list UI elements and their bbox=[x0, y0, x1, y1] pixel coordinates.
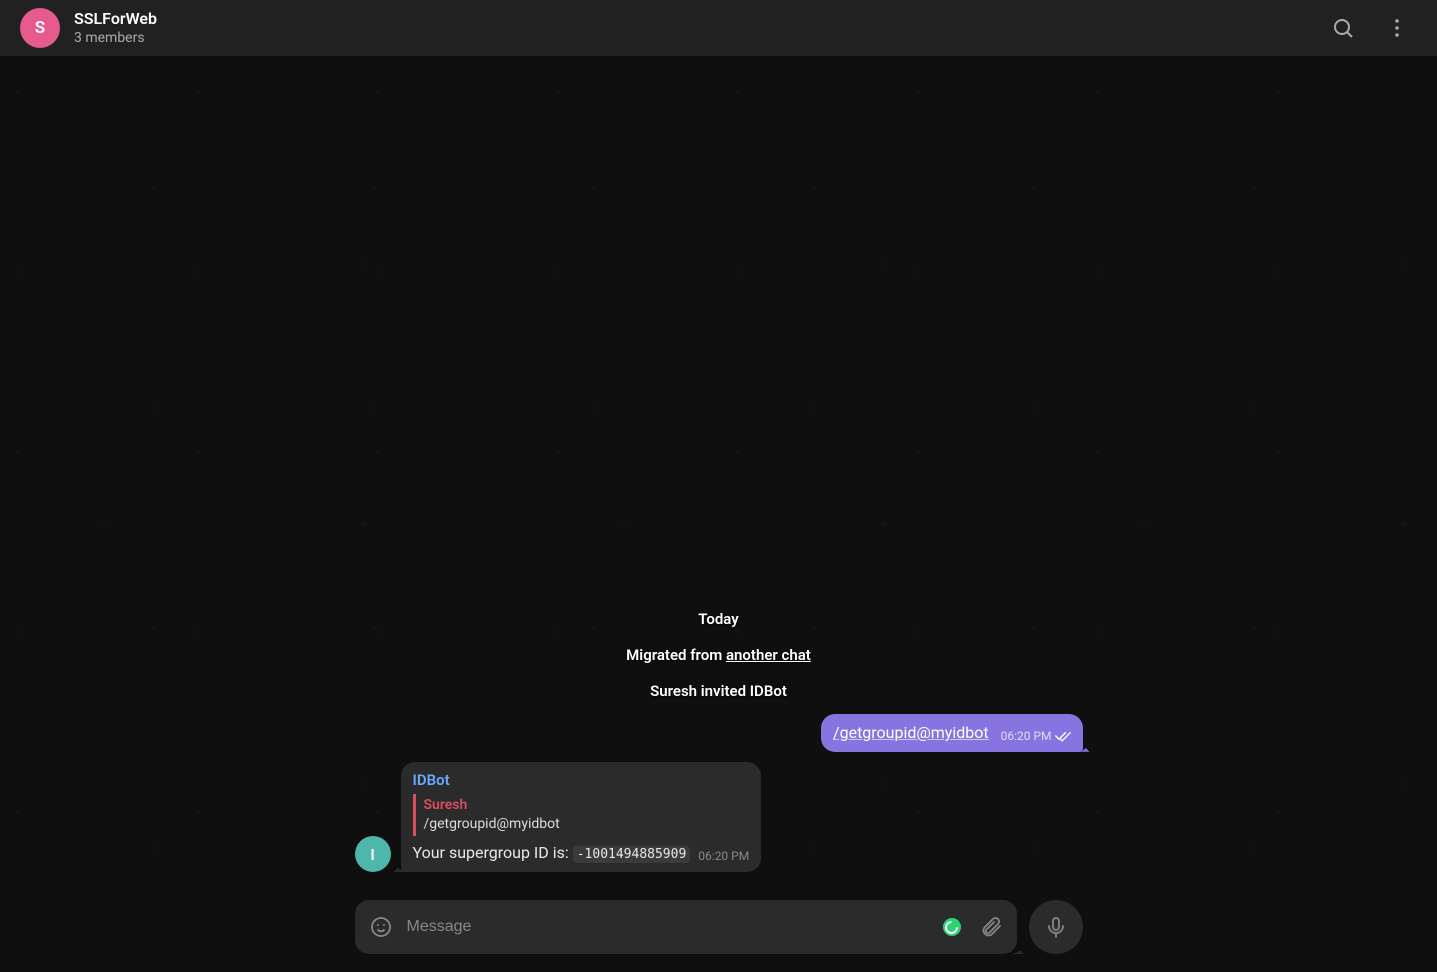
chat-info[interactable]: SSLForWeb 3 members bbox=[74, 9, 157, 46]
sender-name[interactable]: IDBot bbox=[413, 770, 750, 790]
composer-row bbox=[355, 900, 1083, 954]
grammarly-icon[interactable] bbox=[943, 918, 961, 936]
chat-avatar[interactable]: S bbox=[20, 8, 60, 48]
emoji-button[interactable] bbox=[367, 913, 395, 941]
more-menu-button[interactable] bbox=[1377, 8, 1417, 48]
chat-header: S SSLForWeb 3 members bbox=[0, 0, 1437, 56]
service-migrated: Migrated from another chat bbox=[616, 642, 821, 668]
message-text: /getgroupid@myidbot bbox=[833, 723, 989, 742]
microphone-icon bbox=[1044, 915, 1068, 939]
messages-area[interactable]: Today Migrated from another chat Suresh … bbox=[0, 56, 1437, 972]
message-composer bbox=[355, 900, 1017, 954]
attach-button[interactable] bbox=[977, 913, 1005, 941]
search-icon bbox=[1331, 16, 1355, 40]
reply-preview[interactable]: Suresh /getgroupid@myidbot bbox=[413, 794, 750, 836]
message-time: 06:20 PM bbox=[1001, 728, 1052, 744]
chat-title: SSLForWeb bbox=[74, 9, 157, 28]
group-id-code[interactable]: -1001494885909 bbox=[573, 846, 691, 863]
more-vertical-icon bbox=[1385, 16, 1409, 40]
voice-message-button[interactable] bbox=[1029, 900, 1083, 954]
service-invite: Suresh invited IDBot bbox=[640, 678, 797, 704]
message-time: 06:20 PM bbox=[698, 848, 749, 864]
paperclip-icon bbox=[979, 915, 1003, 939]
message-body: Your supergroup ID is: -1001494885909 06… bbox=[413, 842, 750, 864]
message-body-prefix: Your supergroup ID is: bbox=[413, 843, 573, 862]
message-input[interactable] bbox=[407, 918, 931, 936]
reply-sender-name: Suresh bbox=[424, 796, 750, 815]
another-chat-link[interactable]: another chat bbox=[726, 646, 811, 664]
message-row-outgoing: /getgroupid@myidbot 06:20 PM bbox=[355, 714, 1083, 752]
message-meta: 06:20 PM bbox=[1001, 728, 1071, 744]
search-button[interactable] bbox=[1323, 8, 1363, 48]
double-check-icon bbox=[1055, 730, 1071, 742]
date-divider[interactable]: Today bbox=[688, 606, 748, 632]
chat-member-count: 3 members bbox=[74, 29, 157, 47]
smile-icon bbox=[369, 915, 393, 939]
message-bubble-incoming[interactable]: IDBot Suresh /getgroupid@myidbot Your su… bbox=[401, 762, 762, 872]
sender-avatar[interactable]: I bbox=[355, 836, 391, 872]
reply-text: /getgroupid@myidbot bbox=[424, 815, 750, 834]
service-migrated-prefix: Migrated from bbox=[626, 646, 726, 664]
message-row-incoming: I IDBot Suresh /getgroupid@myidbot Your … bbox=[355, 762, 1083, 872]
message-bubble-outgoing[interactable]: /getgroupid@myidbot 06:20 PM bbox=[821, 714, 1083, 752]
